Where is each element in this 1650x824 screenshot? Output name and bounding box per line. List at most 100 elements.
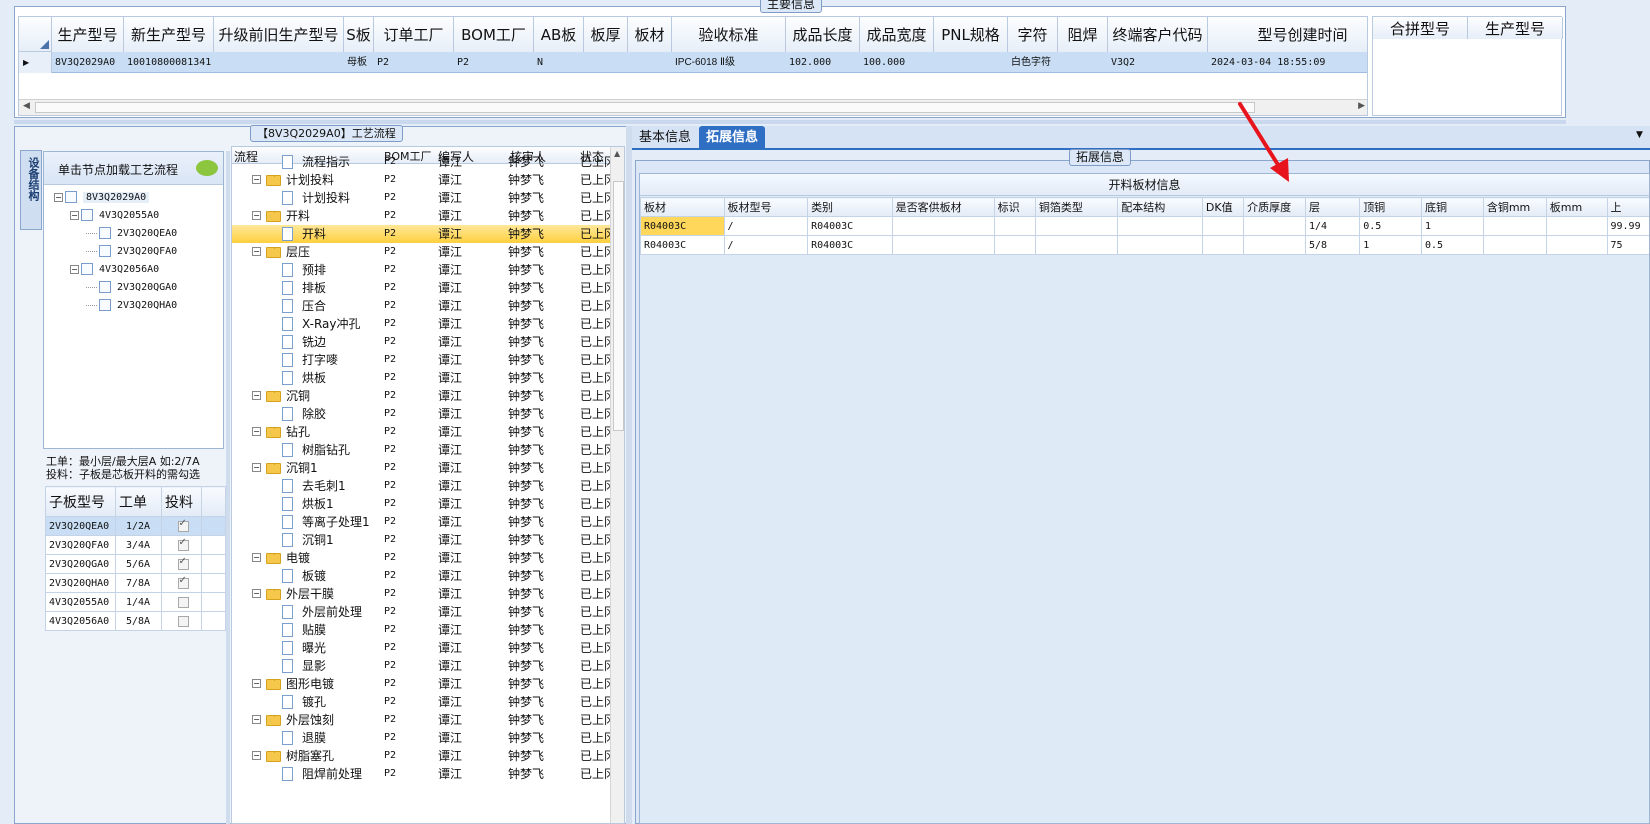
main-grid-hscroll-thumb[interactable] — [35, 102, 1255, 113]
ext-cell[interactable] — [1117, 235, 1203, 255]
ext-cell[interactable]: R04003C — [640, 216, 725, 236]
main-col-13[interactable]: 字符 — [1008, 17, 1058, 52]
ext-row[interactable]: R04003C / R04003C 5/8 1 0.5 75 — [640, 235, 1649, 255]
tree-node[interactable]: 2V3Q20QFA0 — [86, 242, 177, 260]
ext-col-0[interactable]: 板材 — [640, 197, 725, 217]
ext-cell[interactable]: R04003C — [807, 235, 893, 255]
ext-cell[interactable] — [1034, 235, 1119, 255]
ext-cell[interactable]: 1 — [1421, 216, 1484, 236]
sub-cell-wo[interactable]: 5/6A — [115, 554, 162, 574]
flow-row[interactable]: 板镀 P2 谭江 钟梦飞 已上冈 — [232, 567, 612, 585]
flow-row[interactable]: 等离子处理1 P2 谭江 钟梦飞 已上冈 — [232, 513, 612, 531]
collapse-icon[interactable]: − — [54, 192, 63, 202]
ext-col-11[interactable]: 底铜 — [1421, 197, 1484, 217]
ext-cell[interactable]: R04003C — [640, 235, 725, 255]
ext-cell[interactable]: R04003C — [807, 216, 893, 236]
left-splitter[interactable] — [226, 151, 230, 824]
ext-cell[interactable] — [993, 235, 1036, 255]
ext-col-13[interactable]: 板mm — [1545, 197, 1608, 217]
ext-cell[interactable] — [993, 216, 1036, 236]
ext-cell[interactable] — [1482, 216, 1547, 236]
main-col-12[interactable]: PNL规格 — [934, 17, 1008, 52]
collapse-icon[interactable]: − — [252, 553, 261, 562]
ext-cell[interactable]: 0.5 — [1359, 216, 1423, 236]
tab-extended-info[interactable]: 拓展信息 — [699, 126, 766, 149]
collapse-icon[interactable]: − — [70, 210, 79, 220]
main-col-0[interactable]: 生产型号 — [52, 17, 124, 52]
flow-row[interactable]: − 开料 P2 谭江 钟梦飞 已上冈 — [232, 207, 612, 225]
ext-row[interactable]: R04003C / R04003C 1/4 0.5 1 99.99 — [640, 216, 1649, 236]
ext-cell[interactable]: 1/4 — [1304, 216, 1361, 236]
ext-col-1[interactable]: 板材型号 — [723, 197, 809, 217]
sub-cell-wo[interactable]: 3/4A — [115, 535, 162, 555]
ext-cell[interactable]: / — [723, 235, 809, 255]
sub-grid-row[interactable]: 2V3Q20QHA0 7/8A — [45, 573, 226, 593]
ext-cell[interactable] — [891, 216, 995, 236]
flow-vscroll-thumb[interactable] — [613, 181, 624, 431]
tab-dropdown-icon[interactable]: ▼ — [1636, 130, 1643, 140]
ext-cell[interactable] — [1034, 216, 1119, 236]
tree-node[interactable]: − 4V3Q2056A0 — [70, 260, 159, 278]
sub-cell-wo[interactable]: 1/4A — [115, 592, 162, 612]
main-col-14[interactable]: 阻焊 — [1058, 17, 1108, 52]
sub-grid-row[interactable]: 2V3Q20QFA0 3/4A — [45, 535, 226, 555]
flow-row[interactable]: 烘板1 P2 谭江 钟梦飞 已上冈 — [232, 495, 612, 513]
flow-row[interactable]: − 钻孔 P2 谭江 钟梦飞 已上冈 — [232, 423, 612, 441]
flow-row[interactable]: 阻焊前处理 P2 谭江 钟梦飞 已上冈 — [232, 765, 612, 783]
sub-col-model[interactable]: 子板型号 — [45, 486, 116, 517]
ext-cell[interactable]: 75 — [1606, 235, 1649, 255]
flow-row[interactable]: − 电镀 P2 谭江 钟梦飞 已上冈 — [232, 549, 612, 567]
ext-col-14[interactable]: 上 — [1606, 197, 1649, 217]
ext-cell[interactable] — [891, 235, 995, 255]
flow-row[interactable]: 外层前处理 P2 谭江 钟梦飞 已上冈 — [232, 603, 612, 621]
flow-row[interactable]: 沉铜1 P2 谭江 钟梦飞 已上冈 — [232, 531, 612, 549]
flow-row[interactable]: 曝光 P2 谭江 钟梦飞 已上冈 — [232, 639, 612, 657]
sub-col-wo[interactable]: 工单 — [115, 486, 162, 517]
collapse-icon[interactable]: − — [252, 715, 261, 724]
collapse-icon[interactable]: − — [70, 264, 79, 274]
ext-col-10[interactable]: 顶铜 — [1359, 197, 1423, 217]
sub-grid-row[interactable]: 2V3Q20QGA0 5/6A — [45, 554, 226, 574]
main-col-11[interactable]: 成品宽度 — [860, 17, 934, 52]
ext-col-9[interactable]: 层 — [1304, 197, 1361, 217]
flow-row[interactable]: 预排 P2 谭江 钟梦飞 已上冈 — [232, 261, 612, 279]
flow-row[interactable]: 铣边 P2 谭江 钟梦飞 已上冈 — [232, 333, 612, 351]
ext-cell[interactable] — [1117, 216, 1203, 236]
main-col-6[interactable]: AB板 — [534, 17, 584, 52]
ext-cell[interactable]: 99.99 — [1606, 216, 1649, 236]
flow-row[interactable]: − 外层蚀刻 P2 谭江 钟梦飞 已上冈 — [232, 711, 612, 729]
feed-checkbox[interactable] — [177, 556, 189, 570]
horizontal-splitter[interactable] — [14, 120, 1566, 124]
main-col-8[interactable]: 板材 — [628, 17, 672, 52]
merge-col-merged-model[interactable]: 合拼型号 — [1373, 17, 1468, 39]
ext-col-6[interactable]: 配本结构 — [1117, 197, 1203, 217]
sub-grid-row[interactable]: 4V3Q2056A0 5/8A — [45, 611, 226, 631]
ext-col-3[interactable]: 是否客供板材 — [891, 197, 995, 217]
main-col-1[interactable]: 新生产型号 — [124, 17, 214, 52]
ext-cell[interactable]: 5/8 — [1304, 235, 1361, 255]
flow-row[interactable]: 计划投料 P2 谭江 钟梦飞 已上冈 — [232, 189, 612, 207]
tree-node[interactable]: 2V3Q20QEA0 — [86, 224, 177, 242]
main-col-7[interactable]: 板厚 — [584, 17, 628, 52]
vertical-tab-device-structure[interactable]: 设备结构 — [20, 150, 42, 230]
sub-grid-row[interactable]: 4V3Q2055A0 1/4A — [45, 592, 226, 612]
ext-cell[interactable]: 0.5 — [1421, 235, 1484, 255]
ext-col-7[interactable]: DK值 — [1201, 197, 1245, 217]
flow-row[interactable]: 开料 P2 谭江 钟梦飞 已上冈 — [232, 225, 612, 243]
main-col-2[interactable]: 升级前旧生产型号 — [214, 17, 344, 52]
flow-row[interactable]: 树脂钻孔 P2 谭江 钟梦飞 已上冈 — [232, 441, 612, 459]
tab-basic-info[interactable]: 基本信息 — [632, 126, 698, 149]
flow-vscroll[interactable]: ▲ — [610, 147, 624, 823]
flow-row[interactable]: − 图形电镀 P2 谭江 钟梦飞 已上冈 — [232, 675, 612, 693]
main-col-16[interactable]: 型号创建时间 — [1208, 17, 1367, 52]
collapse-icon[interactable]: − — [252, 247, 261, 256]
collapse-icon[interactable]: − — [252, 751, 261, 760]
ext-cell[interactable] — [1482, 235, 1547, 255]
feed-checkbox[interactable] — [177, 616, 189, 627]
sub-cell-wo[interactable]: 5/8A — [115, 611, 162, 631]
tree-node[interactable]: 2V3Q20QGA0 — [86, 278, 177, 296]
tree-node[interactable]: − 4V3Q2055A0 — [70, 206, 159, 224]
sub-col-feed[interactable]: 投料 — [161, 486, 202, 517]
main-col-10[interactable]: 成品长度 — [786, 17, 860, 52]
main-col-9[interactable]: 验收标准 — [672, 17, 786, 52]
